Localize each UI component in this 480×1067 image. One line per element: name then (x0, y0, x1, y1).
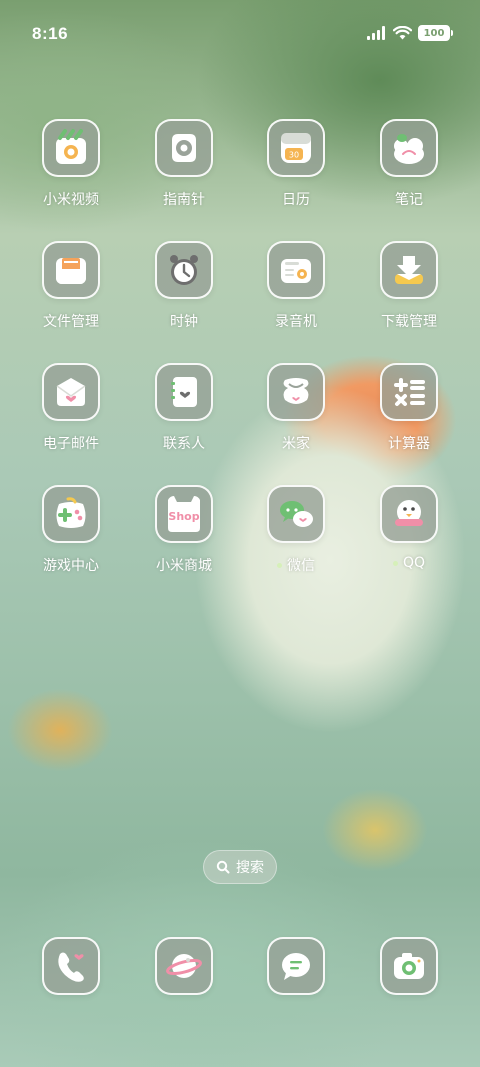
new-indicator-dot (277, 562, 282, 568)
app-label: 下载管理 (381, 314, 437, 330)
search-button[interactable]: 搜索 (203, 850, 277, 884)
status-time: 8:16 (32, 24, 69, 43)
app-label: 时钟 (170, 314, 198, 330)
shop-icon: Shop (155, 485, 213, 543)
app-label: 游戏中心 (43, 558, 99, 574)
dock-camera[interactable] (359, 937, 459, 997)
app-xiaomi-shop[interactable]: Shop 小米商城 (134, 485, 234, 595)
clock-icon (155, 241, 213, 299)
app-mihome[interactable]: 米家 (246, 363, 346, 473)
app-label: 录音机 (275, 314, 317, 330)
browser-icon (155, 937, 213, 995)
app-wechat[interactable]: 微信 (246, 485, 346, 595)
app-calendar[interactable]: 30 日历 (246, 119, 346, 229)
status-bar: 8:16 100 (0, 0, 480, 68)
app-label: 微信 (287, 558, 315, 574)
messages-icon (267, 937, 325, 995)
app-label: 笔记 (395, 192, 423, 208)
signal-icon (367, 26, 387, 40)
app-xiaomi-video[interactable]: 小米视频 (21, 119, 121, 229)
app-label: 小米商城 (156, 558, 212, 574)
new-indicator-dot (392, 560, 398, 566)
search-icon (216, 860, 230, 874)
calendar-date: 30 (289, 151, 299, 160)
contacts-icon (155, 363, 213, 421)
app-file-manager[interactable]: 文件管理 (21, 241, 121, 351)
shop-badge: Shop (168, 510, 199, 523)
battery-indicator: 100 (418, 25, 453, 41)
mihome-icon (267, 363, 325, 421)
app-label: 计算器 (388, 436, 430, 452)
app-game-center[interactable]: 游戏中心 (21, 485, 121, 595)
dock-messages[interactable] (246, 937, 346, 997)
dock-phone[interactable] (21, 937, 121, 997)
download-icon (380, 241, 438, 299)
app-clock[interactable]: 时钟 (134, 241, 234, 351)
app-email[interactable]: 电子邮件 (21, 363, 121, 473)
app-download-manager[interactable]: 下载管理 (359, 241, 459, 351)
app-label: 米家 (282, 436, 310, 452)
mail-icon (42, 363, 100, 421)
app-qq[interactable]: QQ (359, 485, 459, 595)
app-notes[interactable]: 笔记 (359, 119, 459, 229)
camera-icon (380, 937, 438, 995)
calendar-icon: 30 (267, 119, 325, 177)
app-recorder[interactable]: 录音机 (246, 241, 346, 351)
calculator-icon (380, 363, 438, 421)
search-label: 搜索 (236, 860, 264, 876)
gamepad-icon (42, 485, 100, 543)
app-compass[interactable]: 指南针 (134, 119, 234, 229)
phone-icon (42, 937, 100, 995)
app-calculator[interactable]: 计算器 (359, 363, 459, 473)
app-label: QQ (402, 555, 426, 571)
notes-icon (380, 119, 438, 177)
app-label: 指南针 (163, 192, 205, 208)
app-label: 日历 (282, 192, 310, 208)
folder-icon (42, 241, 100, 299)
app-label: 文件管理 (43, 314, 99, 330)
app-label: 联系人 (163, 436, 205, 452)
app-label: 电子邮件 (43, 436, 99, 452)
dock-browser[interactable] (134, 937, 234, 997)
qq-icon (380, 485, 438, 543)
compass-icon (155, 119, 213, 177)
status-icons: 100 (367, 25, 453, 41)
app-contacts[interactable]: 联系人 (134, 363, 234, 473)
recorder-icon (267, 241, 325, 299)
video-icon (42, 119, 100, 177)
wechat-icon (267, 485, 325, 543)
wifi-icon (393, 26, 412, 40)
app-label: 小米视频 (43, 192, 99, 208)
